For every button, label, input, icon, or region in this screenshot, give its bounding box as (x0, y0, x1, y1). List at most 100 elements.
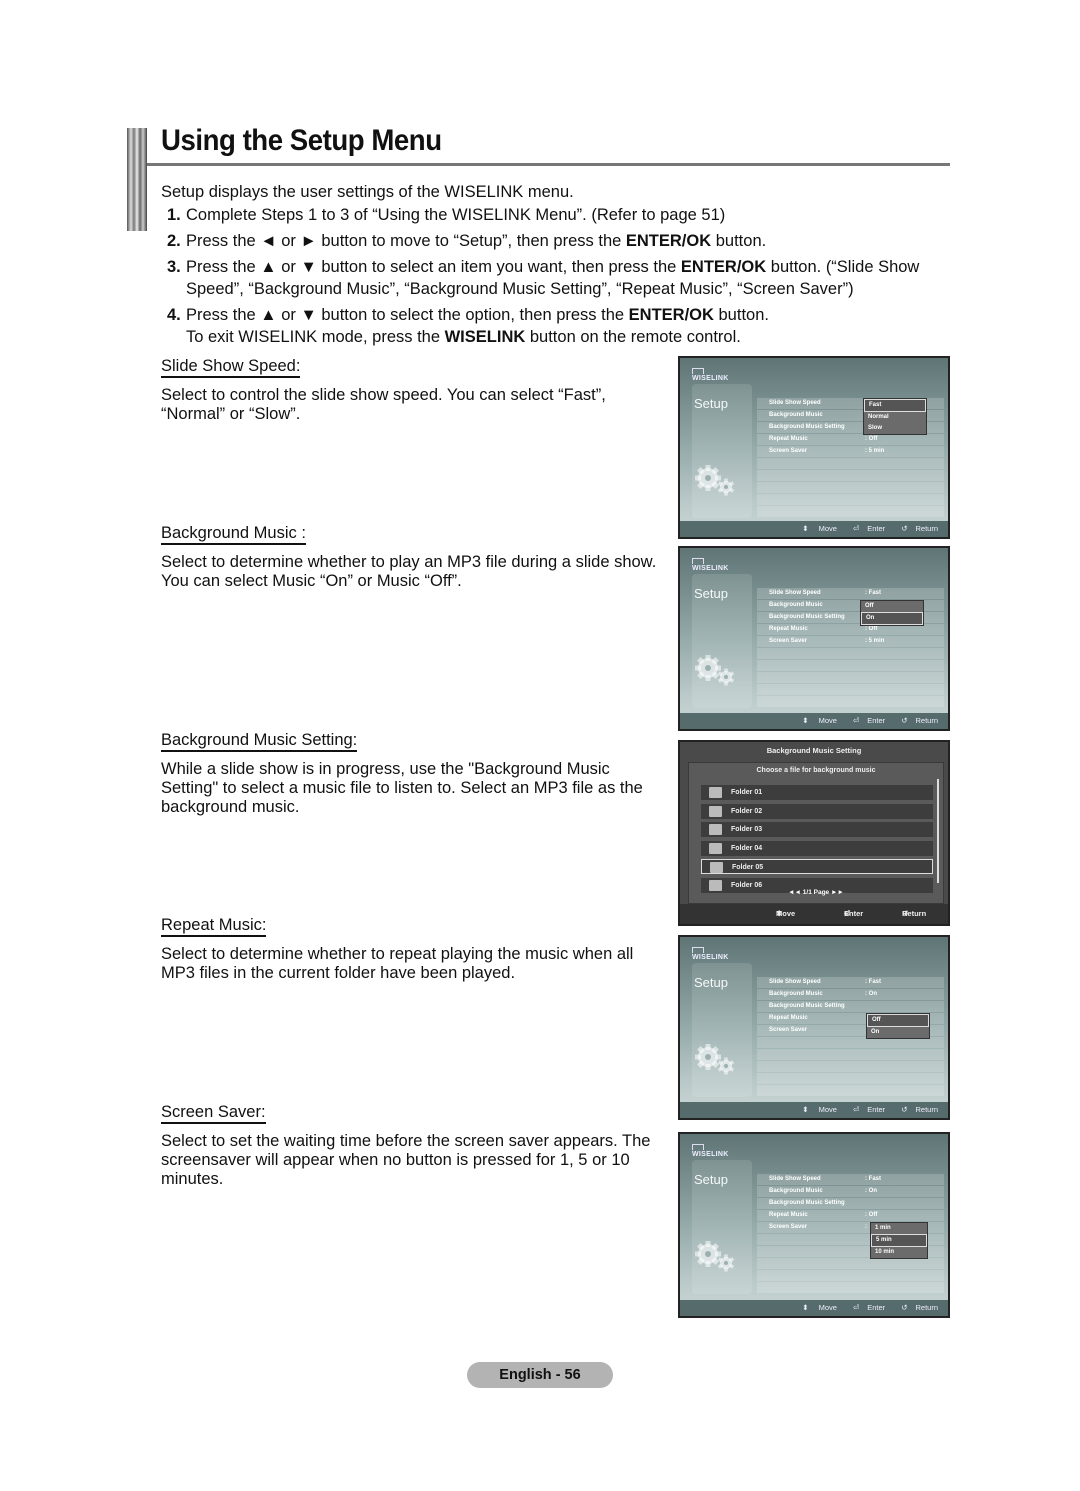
up-down-arrow-icon: ⬍ (802, 716, 809, 725)
tv-screen-slide-show-speed: WISELINK Setup Slide Show Speed Background … (678, 356, 950, 539)
menu-item-label: Slide Show Speed (769, 1176, 821, 1182)
folder-icon (710, 862, 723, 873)
dropdown-option[interactable]: 5 min (871, 1234, 927, 1247)
menu-item[interactable]: Screen Saver: 5 min (757, 446, 944, 457)
menu-item[interactable]: Repeat Music: Off (757, 1210, 944, 1221)
menu-item-label: Background Music (769, 1188, 823, 1194)
menu-item-label: Repeat Music (769, 626, 808, 632)
folder-list-item[interactable]: Folder 05 (701, 859, 933, 874)
step-text: Complete Steps 1 to 3 of “Using the WISE… (186, 206, 726, 224)
enter-icon: ⏎ (852, 524, 860, 533)
gear-icon (694, 463, 739, 498)
menu-item-label: Background Music (769, 412, 823, 418)
step-number: 4. (167, 306, 181, 324)
up-down-arrow-icon: ⬍ (802, 524, 809, 533)
step-1: 1. Complete Steps 1 to 3 of “Using the W… (167, 204, 957, 226)
folder-name: Folder 04 (731, 844, 763, 852)
scrollbar[interactable] (937, 779, 939, 883)
folder-name: Folder 03 (731, 826, 763, 833)
move-label: Move (818, 1105, 837, 1114)
tv-screen-background-music-setting: Background Music Setting Choose a file f… (678, 740, 950, 926)
menu-item-label: Background Music Setting (769, 1200, 845, 1206)
dropdown-option[interactable]: Off (867, 1014, 929, 1027)
page-indicator[interactable]: ◄◄ 1/1 Page ►► (689, 889, 943, 896)
step-text-pre: Press the ◄ or ► button to move to “Setu… (186, 232, 626, 250)
menu-item[interactable]: Background Music Setting (757, 1198, 944, 1209)
menu-item[interactable]: Screen Saver: 5 min (757, 636, 944, 647)
setup-label: Setup (694, 1172, 728, 1187)
menu-item-label: Background Music Setting (769, 424, 845, 430)
empty-menu-row (757, 506, 944, 517)
return-label: Return (915, 716, 938, 725)
enter-label: Enter (867, 1303, 886, 1312)
return-hint: ↺ Return (893, 524, 938, 533)
dropdown-option[interactable]: 1 min (871, 1223, 927, 1234)
remote-hints-footer: ⬍ Move ⏎ Enter ↺ Return (680, 1300, 948, 1316)
menu-item[interactable]: Background Music: On (757, 989, 944, 1000)
folder-name: Folder 05 (732, 864, 764, 871)
return-icon: ↺ (901, 1303, 908, 1312)
empty-menu-row (757, 1049, 944, 1060)
menu-item[interactable]: Slide Show Speed: Fast (757, 977, 944, 988)
folder-list-item[interactable]: Folder 01 (701, 785, 933, 800)
move-label: Move (818, 716, 837, 725)
folder-list-item[interactable]: Folder 02 (701, 803, 933, 819)
empty-menu-row (757, 1258, 944, 1269)
menu-item[interactable]: Slide Show Speed: Fast (757, 588, 944, 599)
menu-item-value: : (865, 1224, 867, 1230)
return-label: Return (915, 1105, 938, 1114)
enter-hint: ⏎ Enter (845, 1303, 885, 1312)
dropdown-option[interactable]: Off (861, 601, 923, 612)
menu-item[interactable]: Background Music: On (757, 1186, 944, 1197)
empty-menu-row (757, 1270, 944, 1281)
wiselink-logo: WISELINK (692, 368, 729, 382)
section-body: Select to determine whether to play an M… (161, 553, 657, 590)
step-text: Press the ▲ or ▼ button to select the op… (186, 304, 957, 348)
dropdown-option[interactable]: 10 min (871, 1247, 927, 1258)
folder-list-item[interactable]: Folder 04 (701, 840, 933, 856)
menu-item-label: Repeat Music (769, 1015, 808, 1021)
folder-list-item[interactable]: Folder 03 (701, 822, 933, 837)
page-number-badge: English - 56 (467, 1362, 613, 1388)
setup-label: Setup (694, 975, 728, 990)
menu-item[interactable]: Background Music Setting (757, 1001, 944, 1012)
enter-label: Enter (867, 716, 886, 725)
remote-hints-footer: ⬍ Move ⏎ Enter ↺ Return (680, 1102, 948, 1118)
title-divider (147, 163, 950, 166)
option-dropdown[interactable]: 1 min 5 min 10 min (870, 1222, 928, 1259)
enter-label: Enter (867, 1105, 886, 1114)
option-dropdown[interactable]: Off On (860, 600, 924, 626)
return-hint: ↺ Return (893, 1105, 938, 1114)
option-dropdown[interactable]: Fast Normal Slow (863, 398, 927, 435)
step-key-name: ENTER/OK (628, 306, 714, 324)
step-3: 3. Press the ▲ or ▼ button to select an … (167, 256, 957, 300)
menu-item[interactable]: Repeat Music: Off (757, 434, 944, 445)
wiselink-logo: WISELINK (692, 947, 729, 961)
option-dropdown[interactable]: Off On (866, 1013, 930, 1039)
menu-item-value: : 5 min (865, 638, 885, 644)
menu-item-value: : Fast (865, 590, 882, 596)
dropdown-option[interactable]: Fast (864, 399, 926, 412)
dropdown-option[interactable]: Slow (864, 423, 926, 434)
folder-icon (709, 824, 722, 835)
menu-item-value: : Off (865, 1212, 878, 1218)
dropdown-option[interactable]: On (867, 1027, 929, 1038)
section-heading: Repeat Music: (161, 916, 267, 937)
menu-item[interactable]: Slide Show Speed: Fast (757, 1174, 944, 1185)
empty-menu-row (757, 660, 944, 671)
dropdown-option[interactable]: On (861, 612, 923, 625)
step-text-post: button on the remote control. (525, 328, 741, 346)
enter-hint: ⏎ Enter (845, 524, 885, 533)
empty-menu-row (757, 648, 944, 659)
dropdown-option[interactable]: Normal (864, 412, 926, 423)
enter-icon: ⏎ (852, 716, 860, 725)
empty-menu-row (757, 1073, 944, 1084)
gear-icon (694, 1042, 739, 1077)
title-accent-bar (127, 128, 147, 231)
return-icon: ↺ (901, 716, 908, 725)
return-label: Return (915, 1303, 938, 1312)
empty-menu-row (757, 470, 944, 481)
step-number: 3. (167, 258, 181, 276)
return-icon: ↺ (901, 524, 908, 533)
dialog-title: Background Music Setting (766, 746, 862, 755)
